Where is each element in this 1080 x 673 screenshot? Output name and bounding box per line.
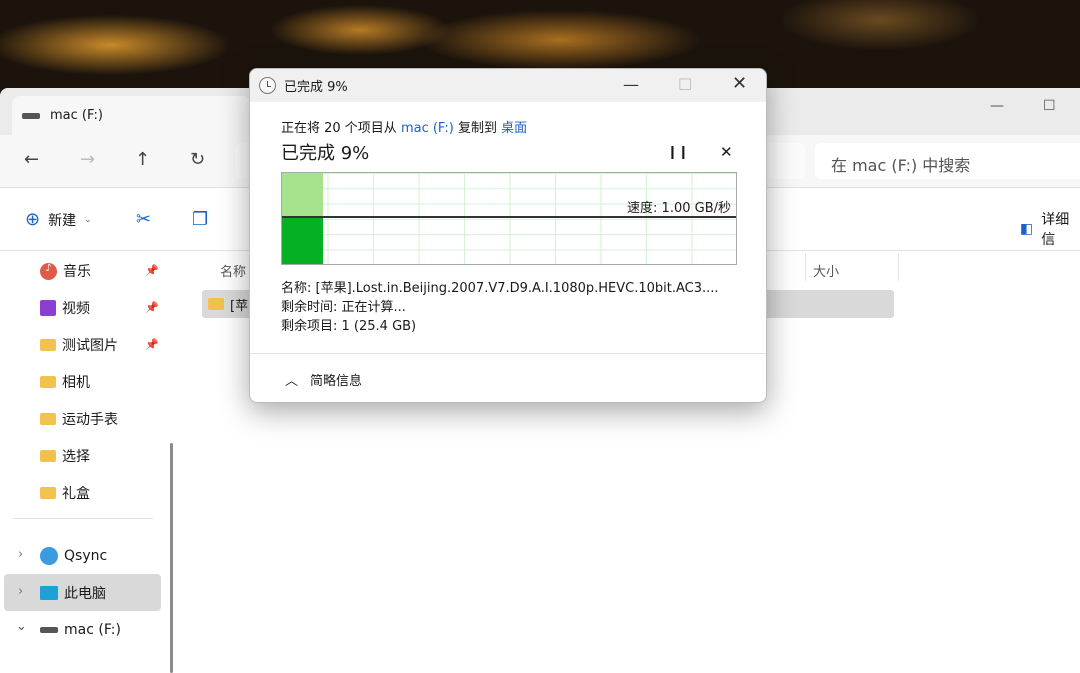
- watermark-text: 什么值得买: [968, 638, 1068, 662]
- speed-label: 速度: 1.00 GB/秒: [627, 201, 731, 216]
- chevron-right-icon[interactable]: ›: [18, 547, 23, 562]
- minimize-button[interactable]: —: [623, 75, 639, 94]
- close-button[interactable]: ✕: [732, 73, 747, 94]
- navigation-pane: ♪ 音乐 📌 视频 📌 测试图片 📌 相机 运动手表 选择 礼盒 › Qsync …: [0, 251, 165, 673]
- new-button[interactable]: ⊕ 新建 ⌄: [25, 209, 92, 230]
- folder-icon: [40, 376, 56, 388]
- less-details-button[interactable]: ︿ 简略信息: [250, 353, 766, 402]
- time-remaining: 剩余时间: 正在计算...: [281, 300, 406, 315]
- sidebar-item-mac-drive[interactable]: mac (F:): [40, 618, 121, 642]
- video-icon: [40, 300, 56, 316]
- sidebar-item-label: 相机: [62, 375, 90, 391]
- sidebar-item-sports-watch[interactable]: 运动手表: [40, 407, 118, 431]
- transfer-speed-graph: 速度: 1.00 GB/秒: [281, 172, 737, 265]
- tab-label: mac (F:): [50, 108, 103, 123]
- sidebar-item-videos[interactable]: 视频: [40, 296, 90, 320]
- sidebar-item-label: 测试图片: [62, 338, 118, 354]
- search-input[interactable]: 在 mac (F:) 中搜索: [815, 143, 1080, 179]
- copy-description: 正在将 20 个项目从 mac (F:) 复制到 桌面: [281, 117, 527, 136]
- sidebar-item-label: Qsync: [64, 548, 108, 564]
- chevron-up-icon: ︿: [285, 374, 299, 389]
- monitor-icon: [40, 586, 58, 600]
- sidebar-item-gift-box[interactable]: 礼盒: [40, 481, 90, 505]
- sidebar-item-select[interactable]: 选择: [40, 444, 90, 468]
- pin-icon: 📌: [145, 264, 159, 277]
- watermark: 值什么值得买: [932, 634, 1068, 663]
- maximize-button[interactable]: ☐: [1043, 98, 1056, 114]
- pause-button[interactable]: ❙❙: [667, 145, 689, 160]
- chevron-right-icon[interactable]: ›: [18, 584, 23, 599]
- source-link[interactable]: mac (F:): [401, 121, 454, 136]
- progress-heading: 已完成 9%: [281, 143, 370, 164]
- sidebar-item-qsync[interactable]: Qsync: [40, 544, 107, 568]
- sidebar-item-label: 礼盒: [62, 486, 90, 502]
- sidebar-item-label: 视频: [62, 301, 90, 317]
- maximize-button[interactable]: ☐: [678, 75, 692, 94]
- pin-icon: 📌: [145, 301, 159, 314]
- sidebar-scrollbar[interactable]: [170, 443, 173, 673]
- tab-mac-drive[interactable]: mac (F:): [12, 96, 252, 135]
- watermark-logo: 值: [932, 634, 960, 663]
- column-divider: [898, 253, 899, 281]
- desc-text: 复制到: [453, 121, 502, 136]
- back-button[interactable]: ←: [24, 149, 39, 170]
- folder-icon: [40, 487, 56, 499]
- cancel-button[interactable]: ✕: [720, 143, 733, 161]
- folder-icon: [40, 450, 56, 462]
- speed-line: [282, 216, 736, 218]
- dialog-titlebar: 已完成 9% — ☐ ✕: [250, 69, 766, 102]
- dialog-title: 已完成 9%: [284, 80, 348, 95]
- details-label: 详细信: [1041, 212, 1070, 248]
- music-icon: ♪: [40, 262, 57, 280]
- forward-button[interactable]: →: [80, 149, 95, 170]
- file-name-info: 名称: [苹果].Lost.in.Beijing.2007.V7.D9.A.I.…: [281, 281, 719, 296]
- sidebar-item-test-images[interactable]: 测试图片: [40, 333, 118, 357]
- qsync-icon: [40, 547, 58, 565]
- scissors-icon: ✂: [136, 209, 152, 230]
- divider: [13, 518, 153, 519]
- sidebar-item-camera[interactable]: 相机: [40, 370, 90, 394]
- copy-button[interactable]: ❐: [192, 209, 208, 230]
- plus-icon: ⊕: [25, 209, 41, 230]
- column-header-size[interactable]: 大小: [813, 261, 839, 280]
- chevron-down-icon[interactable]: ⌄: [16, 619, 27, 634]
- details-pane-icon: ◧: [1020, 221, 1034, 237]
- drive-icon: [22, 112, 40, 119]
- pin-icon: 📌: [145, 338, 159, 351]
- destination-link[interactable]: 桌面: [501, 121, 527, 136]
- desc-text: 正在将 20 个项目从: [281, 121, 401, 136]
- folder-icon: [208, 298, 224, 310]
- copy-progress-dialog: 已完成 9% — ☐ ✕ 正在将 20 个项目从 mac (F:) 复制到 桌面…: [249, 68, 767, 403]
- sidebar-item-label: 选择: [62, 449, 90, 465]
- transfer-info: 名称: [苹果].Lost.in.Beijing.2007.V7.D9.A.I.…: [281, 279, 719, 336]
- copy-icon: ❐: [192, 209, 209, 230]
- sidebar-item-music[interactable]: ♪ 音乐: [40, 259, 91, 283]
- progress-fill-light: [282, 173, 323, 217]
- column-header-name[interactable]: 名称: [220, 261, 246, 280]
- details-pane-button[interactable]: ◧ 详细信: [1020, 209, 1080, 249]
- up-button[interactable]: ↑: [135, 149, 150, 170]
- sidebar-item-label: 运动手表: [62, 412, 118, 428]
- progress-fill: [282, 218, 323, 264]
- minimize-button[interactable]: —: [990, 98, 1004, 114]
- column-divider: [805, 253, 806, 281]
- chevron-down-icon: ⌄: [84, 214, 92, 225]
- clock-icon: [259, 77, 276, 94]
- sidebar-item-label: mac (F:): [64, 622, 121, 638]
- new-label: 新建: [48, 212, 77, 229]
- less-details-label: 简略信息: [310, 374, 363, 389]
- file-name: [苹: [230, 298, 249, 314]
- sidebar-item-this-pc[interactable]: 此电脑: [40, 581, 106, 605]
- refresh-button[interactable]: ↻: [190, 149, 205, 170]
- sidebar-item-label: 音乐: [63, 264, 91, 280]
- folder-icon: [40, 339, 56, 351]
- items-remaining: 剩余项目: 1 (25.4 GB): [281, 319, 417, 334]
- cut-button[interactable]: ✂: [136, 209, 151, 230]
- folder-icon: [40, 413, 56, 425]
- drive-icon: [40, 627, 58, 633]
- sidebar-item-label: 此电脑: [64, 586, 106, 602]
